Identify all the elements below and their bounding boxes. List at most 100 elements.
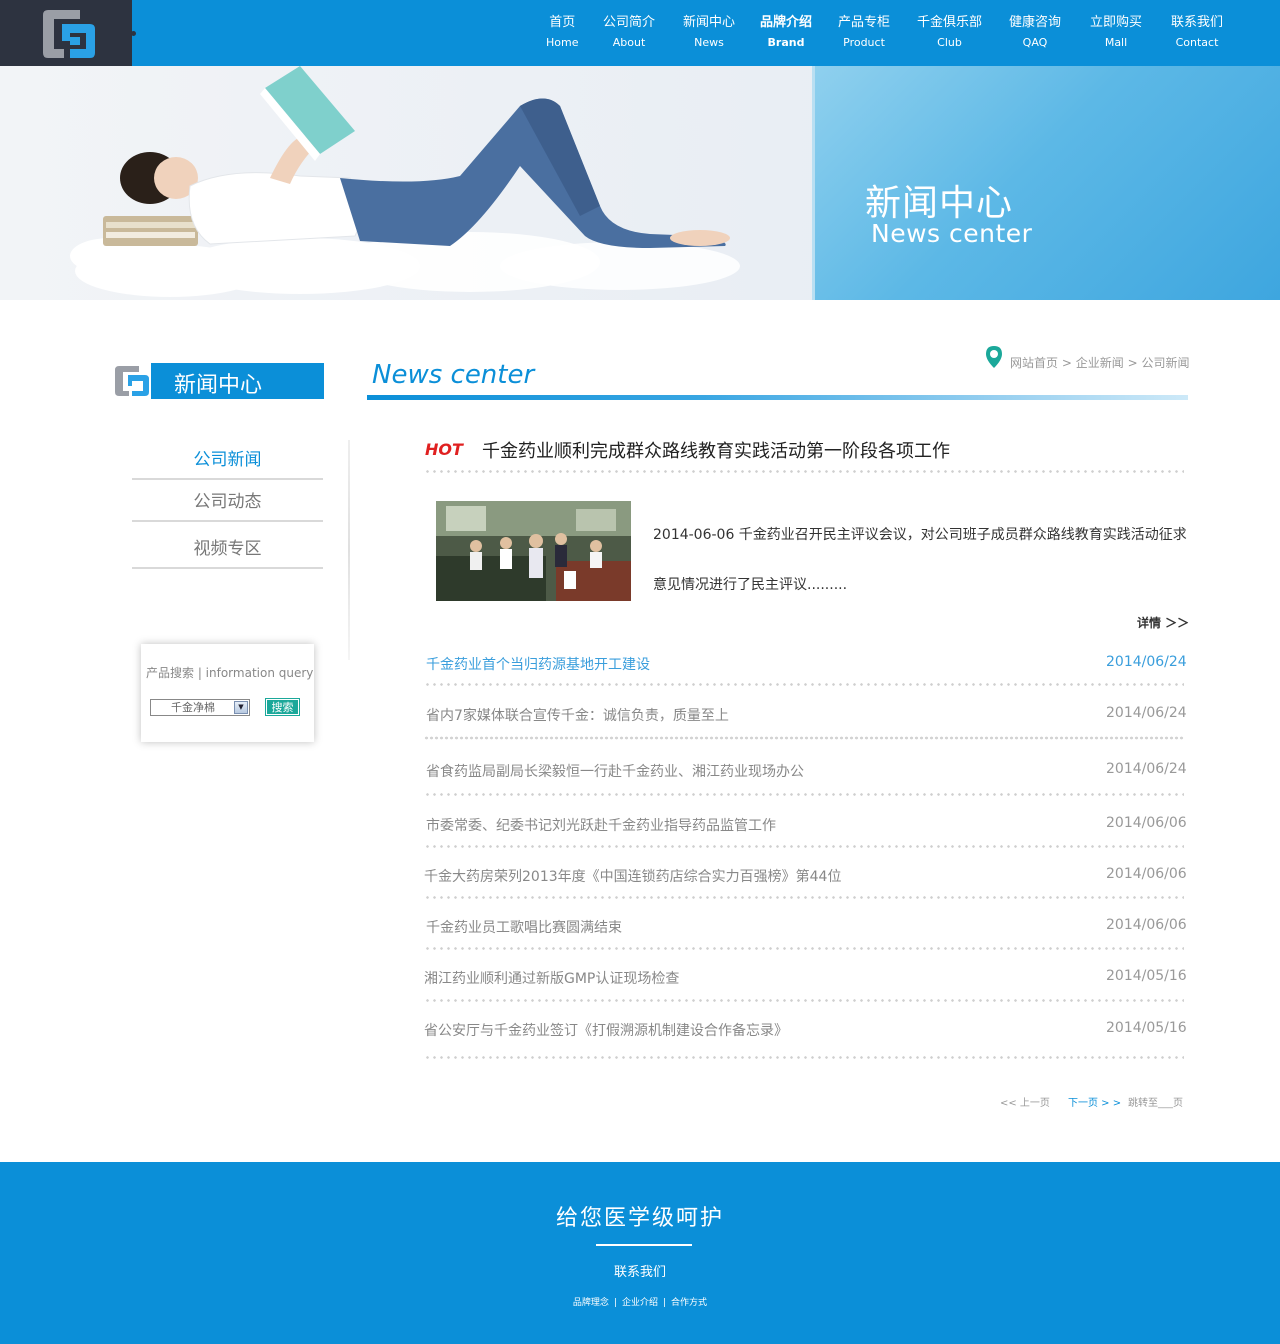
breadcrumb: 网站首页 > 企业新闻 > 公司新闻: [1010, 354, 1189, 371]
product-search-box: 产品搜索 | information query 千金净棉 ▼ 搜索: [141, 644, 314, 742]
section-title: News center: [372, 360, 535, 390]
news-item-date: 2014/06/06: [1106, 815, 1187, 831]
footer: [0, 1162, 1280, 1344]
nav-item-product[interactable]: 产品专柜 Product: [838, 14, 890, 51]
divider-dotted: [424, 470, 1184, 473]
divider-wavy: [424, 736, 1184, 740]
footer-link-cooperation[interactable]: 合作方式: [671, 1298, 707, 1308]
nav-label-cn: 新闻中心: [683, 15, 736, 30]
sidebar-logo: [113, 363, 151, 399]
nav-label-cn: 品牌介绍: [760, 15, 813, 30]
divider-dotted: [424, 999, 1184, 1002]
nav-label-en: QAQ: [1022, 36, 1048, 49]
nav-item-qaq[interactable]: 健康咨询 QAQ: [1009, 14, 1061, 51]
sidebar-divider: [348, 440, 350, 660]
nav-label-cn: 首页: [549, 15, 576, 30]
nav-item-mall[interactable]: 立即购买 Mall: [1090, 14, 1142, 51]
news-item-title[interactable]: 千金药业首个当归药源基地开工建设: [426, 654, 650, 674]
search-label: 产品搜索 | information query: [146, 666, 314, 680]
product-select-value: 千金净棉: [171, 701, 215, 714]
sidebar-item-company-updates[interactable]: 公司动态: [132, 484, 323, 522]
hot-label: HOT: [425, 440, 464, 458]
location-pin-icon: [986, 346, 1002, 368]
nav-label-cn: 联系我们: [1171, 15, 1224, 30]
nav-label-en: Contact: [1175, 36, 1219, 49]
nav-label-cn: 公司简介: [603, 15, 656, 30]
nav-label-en: Brand: [767, 36, 805, 49]
sidebar-item-company-news[interactable]: 公司新闻: [132, 442, 323, 480]
news-item-title[interactable]: 省公安厅与千金药业签订《打假溯源机制建设合作备忘录》: [424, 1020, 788, 1040]
news-item-title[interactable]: 省食药监局副局长梁毅恒一行赴千金药业、湘江药业现场办公: [426, 761, 804, 781]
reading-woman-illustration: [70, 66, 740, 297]
jump-to-page[interactable]: 跳转至___页: [1128, 1094, 1183, 1109]
divider-dotted: [424, 896, 1184, 899]
search-button[interactable]: 搜索: [265, 698, 300, 716]
chevron-down-icon[interactable]: ▼: [234, 701, 248, 714]
news-item-date: 2014/05/16: [1106, 968, 1187, 984]
footer-link-separator: |: [613, 1298, 617, 1308]
site-logo[interactable]: [0, 0, 132, 66]
news-item-title[interactable]: 市委常委、纪委书记刘光跃赴千金药业指导药品监管工作: [426, 815, 776, 835]
divider-dotted: [424, 947, 1184, 950]
nav-item-club[interactable]: 千金俱乐部 Club: [917, 14, 982, 51]
footer-link-separator: |: [663, 1298, 667, 1308]
featured-news-photo[interactable]: [436, 501, 631, 601]
nav-item-home[interactable]: 首页 Home: [546, 14, 578, 51]
logo-dot: [131, 31, 136, 36]
meeting-photo: [436, 501, 631, 601]
nav-label-en: Home: [546, 36, 579, 49]
product-select[interactable]: 千金净棉 ▼: [150, 699, 250, 716]
divider-dotted: [424, 845, 1184, 848]
news-item-date: 2014/06/24: [1106, 761, 1187, 777]
footer-contact-link[interactable]: 联系我们: [0, 1261, 1280, 1280]
footer-links: 品牌理念 | 企业介绍 | 合作方式: [0, 1295, 1280, 1308]
nav-item-news[interactable]: 新闻中心 News: [683, 14, 735, 51]
footer-link-brand-philosophy[interactable]: 品牌理念: [573, 1298, 609, 1308]
nav-label-cn: 立即购买: [1090, 15, 1143, 30]
nav-label-cn: 健康咨询: [1009, 15, 1062, 30]
breadcrumb-separator: >: [1127, 356, 1138, 370]
nav-item-brand[interactable]: 品牌介绍 Brand: [760, 14, 812, 51]
breadcrumb-enterprise-news[interactable]: 企业新闻: [1076, 356, 1124, 370]
prev-page-link[interactable]: << 上一页: [1000, 1094, 1050, 1109]
banner-title-en: News center: [871, 219, 1033, 248]
nav-item-about[interactable]: 公司简介 About: [603, 14, 655, 51]
breadcrumb-home[interactable]: 网站首页: [1010, 356, 1058, 370]
featured-headline[interactable]: 千金药业顺利完成群众路线教育实践活动第一阶段各项工作: [482, 437, 950, 463]
news-item-date: 2014/05/16: [1106, 1020, 1187, 1036]
sidebar-title: 新闻中心: [174, 373, 263, 398]
news-item-date: 2014/06/06: [1106, 866, 1187, 882]
next-page-link[interactable]: 下一页 > >: [1068, 1094, 1121, 1109]
hero-banner: 新闻中心 News center: [0, 66, 1280, 300]
footer-divider: [596, 1244, 692, 1246]
nav-label-cn: 产品专柜: [838, 15, 891, 30]
top-navigation-bar: 首页 Home 公司简介 About 新闻中心 News 品牌介绍 Brand …: [0, 0, 1280, 66]
nav-label-cn: 千金俱乐部: [917, 15, 983, 30]
news-item-title[interactable]: 省内7家媒体联合宣传千金：诚信负责，质量至上: [426, 705, 729, 725]
breadcrumb-separator: >: [1061, 356, 1072, 370]
news-item-title[interactable]: 千金大药房荣列2013年度《中国连锁药店综合实力百强榜》第44位: [424, 866, 841, 886]
nav-item-contact[interactable]: 联系我们 Contact: [1171, 14, 1223, 51]
details-link[interactable]: 详情 ＞＞: [1137, 614, 1189, 631]
news-item-date: 2014/06/06: [1106, 917, 1187, 933]
news-item-date: 2014/06/24: [1106, 705, 1187, 721]
nav-label-en: Product: [843, 36, 885, 49]
nav-label-en: Mall: [1104, 36, 1128, 49]
hot-badge-icon: HOT: [425, 440, 464, 458]
divider-dotted: [424, 1056, 1184, 1059]
featured-news-summary: 2014-06-06 千金药业召开民主评议会议，对公司班子成员群众路线教育实践活…: [653, 527, 1187, 593]
news-item-title[interactable]: 湘江药业顺利通过新版GMP认证现场检查: [424, 968, 679, 988]
divider-dotted: [424, 793, 1184, 796]
sidebar-item-video-zone[interactable]: 视频专区: [132, 531, 323, 569]
qianjin-logo-icon: [115, 366, 149, 396]
divider-dotted: [424, 683, 1184, 686]
footer-slogan: 给您医学级呵护: [555, 1206, 724, 1231]
qianjin-logo-icon: [43, 10, 95, 58]
news-item-title[interactable]: 千金药业员工歌唱比赛圆满结束: [426, 917, 622, 937]
news-item-date: 2014/06/24: [1106, 654, 1187, 670]
section-title-underline: [367, 395, 1188, 400]
nav-label-en: Club: [937, 36, 962, 49]
breadcrumb-company-news[interactable]: 公司新闻: [1141, 356, 1189, 370]
footer-link-company-intro[interactable]: 企业介绍: [622, 1298, 658, 1308]
nav-label-en: About: [612, 36, 646, 49]
